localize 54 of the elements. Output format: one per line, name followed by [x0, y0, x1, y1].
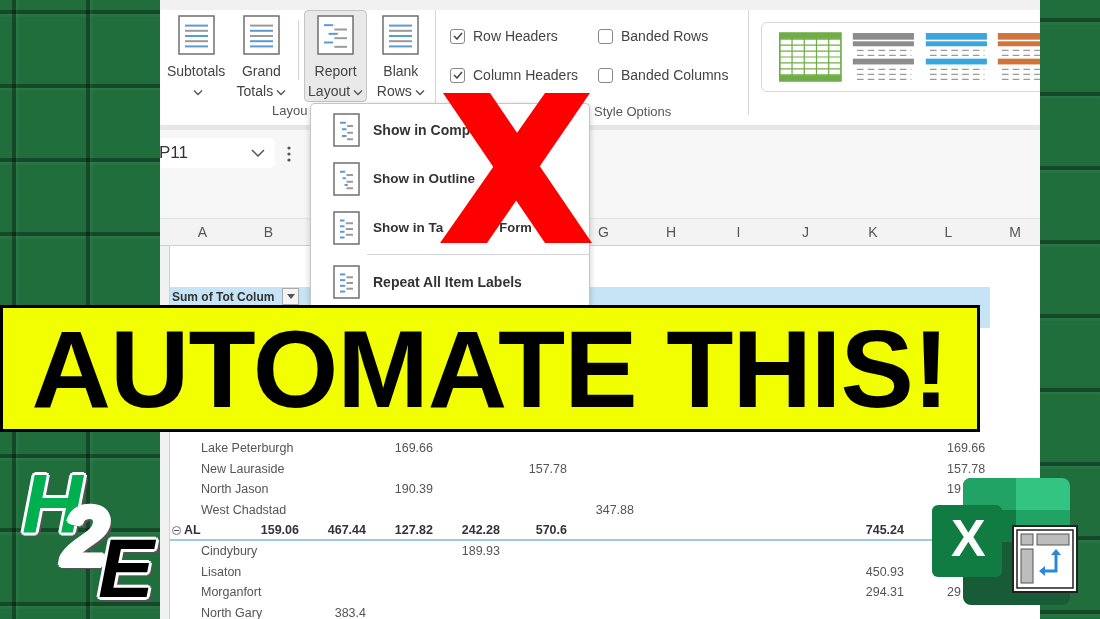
table-cell: 127.82 — [394, 523, 433, 538]
column-letter[interactable]: L — [907, 219, 990, 246]
column-letter[interactable]: I — [705, 219, 772, 246]
table-cell: 450.93 — [865, 564, 904, 579]
table-cell: 294.31 — [865, 585, 904, 600]
table-cell: 157.78 — [947, 461, 986, 476]
table-cell: 169.66 — [394, 441, 433, 455]
table-cell: 383.4 — [334, 605, 366, 619]
checkbox-label[interactable]: Column Headers — [473, 67, 579, 83]
menu-item[interactable]: Show in Comp — [311, 105, 589, 154]
ribbon-button[interactable]: Subtotals — [165, 10, 228, 102]
banner-text: AUTOMATE THIS! — [31, 313, 949, 424]
table-cell: 189.93 — [461, 543, 500, 558]
column-letter[interactable]: K — [839, 219, 907, 246]
row-label: West Chadstad — [201, 502, 287, 517]
row-label: Lisaton — [201, 564, 242, 579]
row-label: Lake Peterburgh — [201, 441, 294, 455]
table-cell: 467.44 — [327, 523, 366, 538]
row-label: North Gary — [201, 605, 263, 619]
ribbon-button[interactable]: Report Layout — [304, 10, 367, 102]
checkbox-label[interactable]: Banded Rows — [621, 28, 709, 44]
column-letter[interactable]: M — [990, 219, 1040, 246]
row-label: Morganfort — [201, 585, 262, 600]
menu-item[interactable]: Show in Outline — [311, 154, 589, 203]
table-cell: 242.28 — [461, 523, 500, 538]
ribbon-button[interactable]: Blank Rows — [369, 10, 432, 102]
column-letter[interactable]: H — [637, 219, 705, 246]
checkbox-label[interactable]: Banded Columns — [621, 67, 729, 83]
group-label: Style Options — [594, 104, 672, 119]
table-cell: 19 — [947, 482, 961, 497]
menu-item[interactable]: Repeat All Item Labels — [311, 257, 589, 305]
column-letter[interactable]: J — [772, 219, 839, 246]
table-cell: 159.06 — [260, 523, 299, 538]
table-cell: 745.24 — [865, 523, 904, 538]
column-letter[interactable]: B — [235, 219, 302, 246]
table-cell: 169.66 — [947, 441, 986, 455]
table-cell: 157.78 — [528, 461, 567, 476]
checkbox-label[interactable]: Row Headers — [473, 28, 558, 44]
name-box[interactable]: P11 — [160, 138, 275, 168]
row-label: North Jason — [201, 482, 269, 497]
table-cell: 570.6 — [535, 523, 567, 538]
menu-item[interactable]: Show in Ta Form — [311, 203, 589, 252]
icon-letter: X — [951, 512, 986, 564]
pivot-header: Sum of Tot Colum — [171, 289, 276, 306]
group-label: Layou — [272, 103, 308, 118]
table-cell: 347.88 — [595, 502, 634, 517]
ribbon-button[interactable]: Grand Totals — [230, 10, 293, 102]
table-cell: 29 — [947, 585, 961, 600]
row-label: New Lauraside — [201, 461, 285, 476]
menu-item-text: Form — [499, 220, 532, 235]
table-cell: 190.39 — [394, 482, 433, 497]
column-letter[interactable]: A — [170, 219, 235, 246]
row-label: AL — [184, 522, 201, 540]
row-label: Cindybury — [201, 543, 258, 558]
